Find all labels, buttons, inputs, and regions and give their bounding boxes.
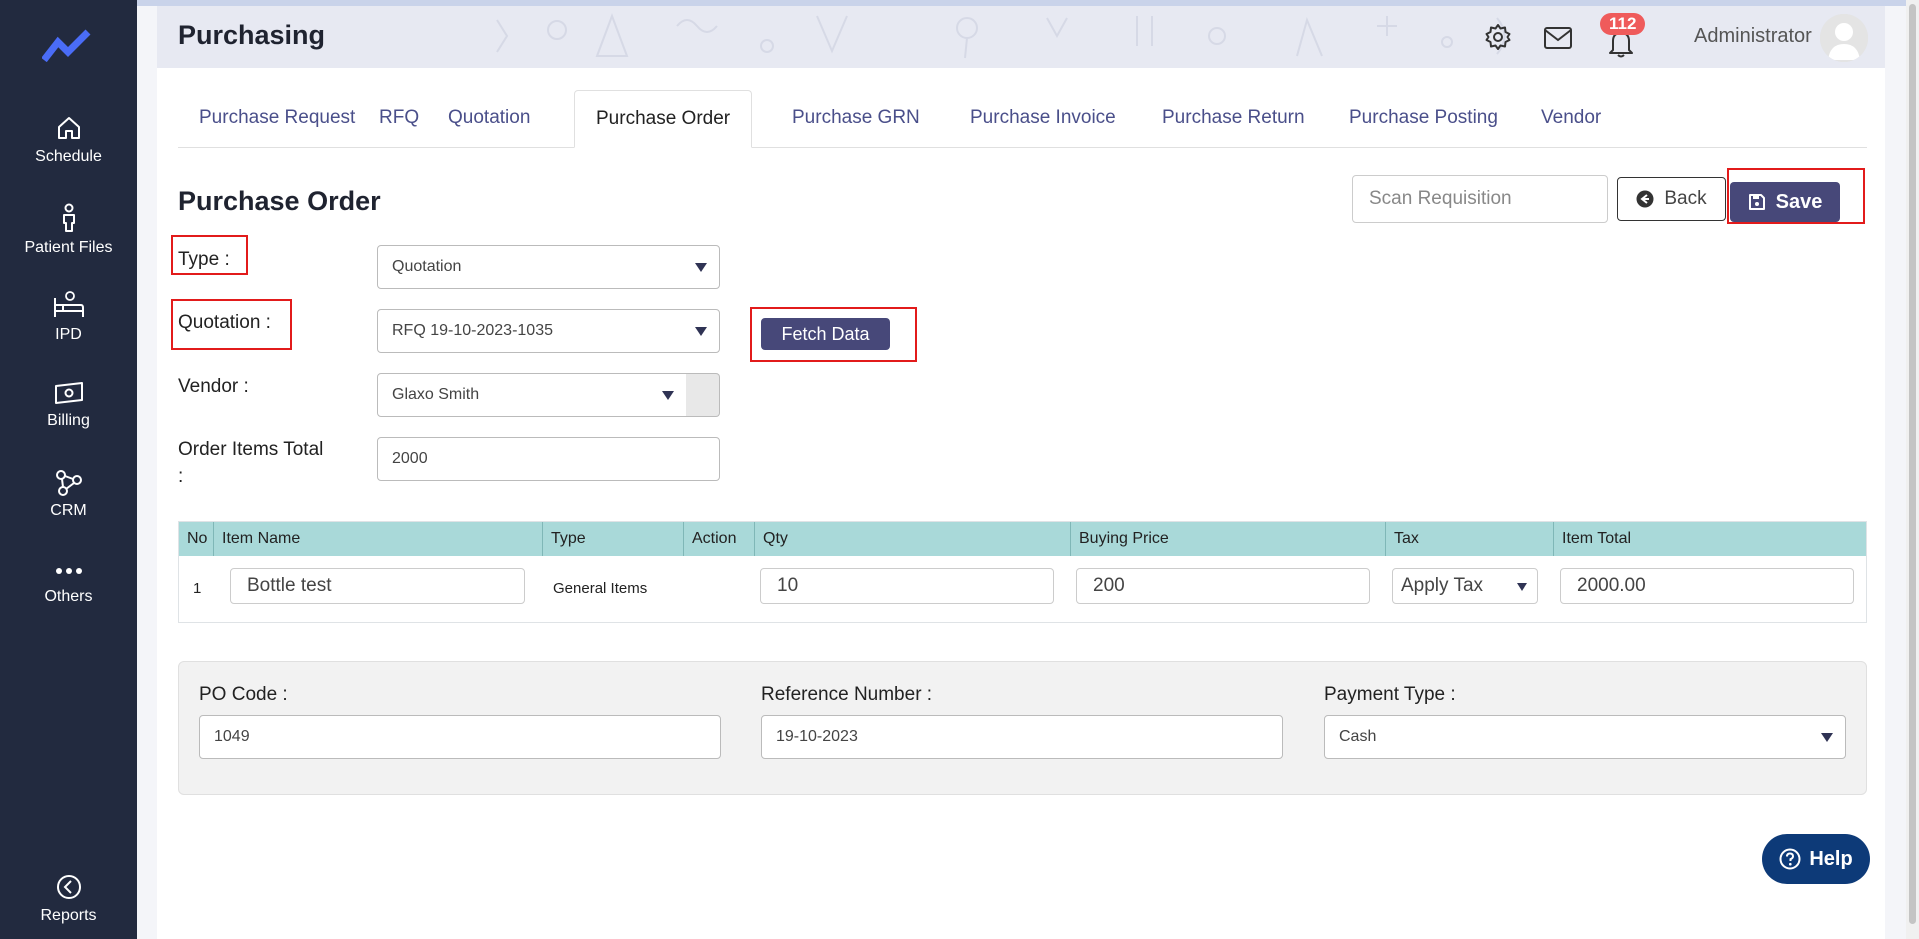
row-number: 1 xyxy=(193,580,202,597)
sidebar-item-label: CRM xyxy=(50,502,87,519)
back-label: Back xyxy=(1664,188,1707,209)
tab-purchase-return[interactable]: Purchase Return xyxy=(1141,90,1326,148)
sidebar-item-label: Schedule xyxy=(35,148,102,165)
user-avatar-icon xyxy=(1820,14,1868,62)
save-label: Save xyxy=(1775,190,1823,213)
sidebar-item-label: Billing xyxy=(47,412,90,429)
network-icon xyxy=(55,470,82,496)
tax-select-value: Apply Tax xyxy=(1401,575,1484,596)
sidebar-item-ipd[interactable]: IPD xyxy=(0,290,137,344)
reference-number-label: Reference Number : xyxy=(761,684,933,705)
vendor-select-value: Glaxo Smith xyxy=(392,386,480,403)
more-icon xyxy=(55,568,82,574)
column-header-item-name: Item Name xyxy=(214,522,543,556)
order-items-total-label-colon: : xyxy=(178,466,184,487)
type-label: Type : xyxy=(178,249,230,270)
column-header-type: Type xyxy=(543,522,684,556)
tab-vendor[interactable]: Vendor xyxy=(1520,90,1622,148)
table-header: No Item Name Type Action Qty Buying Pric… xyxy=(179,522,1866,556)
caret-down-icon xyxy=(695,327,707,336)
tab-purchase-request[interactable]: Purchase Request xyxy=(178,90,376,148)
home-icon xyxy=(57,117,80,139)
order-items-total-label: Order Items Total xyxy=(178,439,324,460)
type-select[interactable]: Quotation xyxy=(377,245,720,289)
scan-requisition-input[interactable] xyxy=(1352,175,1608,223)
item-total-input[interactable]: 2000.00 xyxy=(1560,568,1854,604)
quotation-label: Quotation : xyxy=(178,312,271,333)
type-select-value: Quotation xyxy=(392,258,462,275)
main-panel: Purchasing 112 Administrator Purchase Re… xyxy=(157,6,1885,939)
sidebar: Schedule Patient Files IPD Billing CRM O… xyxy=(0,0,137,939)
sidebar-item-label: Patient Files xyxy=(24,239,113,256)
page-header: Purchasing 112 Administrator xyxy=(157,6,1885,68)
payment-type-select[interactable]: Cash xyxy=(1324,715,1846,759)
mail-icon[interactable] xyxy=(1543,26,1573,50)
reports-icon xyxy=(56,875,81,899)
sidebar-item-schedule[interactable]: Schedule xyxy=(0,114,137,166)
sidebar-item-billing[interactable]: Billing xyxy=(0,380,137,430)
module-tabs: Purchase Request RFQ Quotation Purchase … xyxy=(178,90,1867,148)
fetch-data-button[interactable]: Fetch Data xyxy=(761,318,890,350)
vendor-label: Vendor : xyxy=(178,376,249,397)
user-name[interactable]: Administrator xyxy=(1694,25,1812,48)
notification-badge: 112 xyxy=(1600,13,1646,35)
question-circle-icon xyxy=(1779,848,1801,870)
back-button[interactable]: Back xyxy=(1617,177,1726,221)
scrollbar-thumb[interactable] xyxy=(1909,4,1916,924)
money-icon xyxy=(54,382,83,404)
caret-down-icon xyxy=(695,263,707,272)
caret-down-icon xyxy=(1517,583,1527,591)
caret-down-icon xyxy=(1821,733,1833,742)
page-scrollbar[interactable] xyxy=(1906,0,1919,939)
page-title: Purchasing xyxy=(178,20,326,50)
order-items-table: No Item Name Type Action Qty Buying Pric… xyxy=(178,521,1867,623)
column-header-item-total: Item Total xyxy=(1562,530,1632,547)
quotation-select[interactable]: RFQ 19-10-2023-1035 xyxy=(377,309,720,353)
column-header-tax: Tax xyxy=(1386,522,1554,556)
order-items-total-field[interactable]: 2000 xyxy=(377,437,720,481)
po-code-field[interactable]: 1049 xyxy=(199,715,721,759)
column-header-buying-price: Buying Price xyxy=(1071,522,1386,556)
bed-icon xyxy=(53,291,84,317)
order-details-panel: PO Code : 1049 Reference Number : 19-10-… xyxy=(178,661,1867,795)
column-header-qty: Qty xyxy=(755,522,1071,556)
vendor-addon-button[interactable] xyxy=(686,373,720,417)
gear-icon[interactable] xyxy=(1484,23,1512,51)
payment-type-value: Cash xyxy=(1339,728,1377,745)
sidebar-item-label: Reports xyxy=(40,907,97,924)
floppy-icon xyxy=(1748,194,1765,210)
app-logo xyxy=(42,29,91,62)
arrow-left-circle-icon xyxy=(1636,190,1654,208)
buying-price-input[interactable]: 200 xyxy=(1076,568,1370,604)
sidebar-item-label: Others xyxy=(44,588,93,605)
column-header-no: No xyxy=(179,522,214,556)
help-button[interactable]: Help xyxy=(1762,834,1870,884)
vendor-select[interactable]: Glaxo Smith xyxy=(377,373,687,417)
quotation-select-value: RFQ 19-10-2023-1035 xyxy=(392,322,553,339)
item-name-input[interactable]: Bottle test xyxy=(230,568,525,604)
save-button[interactable]: Save xyxy=(1730,182,1840,222)
tab-purchase-invoice[interactable]: Purchase Invoice xyxy=(949,90,1137,148)
column-header-action: Action xyxy=(684,522,755,556)
tax-select[interactable]: Apply Tax xyxy=(1392,568,1538,604)
person-icon xyxy=(62,203,75,232)
sidebar-item-patient-files[interactable]: Patient Files xyxy=(0,203,137,257)
sidebar-item-reports[interactable]: Reports xyxy=(0,873,137,925)
reference-number-field[interactable]: 19-10-2023 xyxy=(761,715,1283,759)
payment-type-label: Payment Type : xyxy=(1324,684,1456,705)
tab-purchase-grn[interactable]: Purchase GRN xyxy=(771,90,941,148)
caret-down-icon xyxy=(662,391,674,400)
qty-input[interactable]: 10 xyxy=(760,568,1054,604)
sidebar-item-others[interactable]: Others xyxy=(0,560,137,606)
help-label: Help xyxy=(1809,847,1853,870)
po-code-label: PO Code : xyxy=(199,684,288,705)
section-title: Purchase Order xyxy=(178,186,381,216)
avatar[interactable] xyxy=(1820,14,1868,62)
tab-purchase-posting[interactable]: Purchase Posting xyxy=(1328,90,1519,148)
sidebar-item-label: IPD xyxy=(55,326,82,343)
tab-quotation[interactable]: Quotation xyxy=(427,90,551,148)
sidebar-item-crm[interactable]: CRM xyxy=(0,468,137,520)
tab-purchase-order[interactable]: Purchase Order xyxy=(574,90,753,148)
item-type: General Items xyxy=(553,580,648,597)
